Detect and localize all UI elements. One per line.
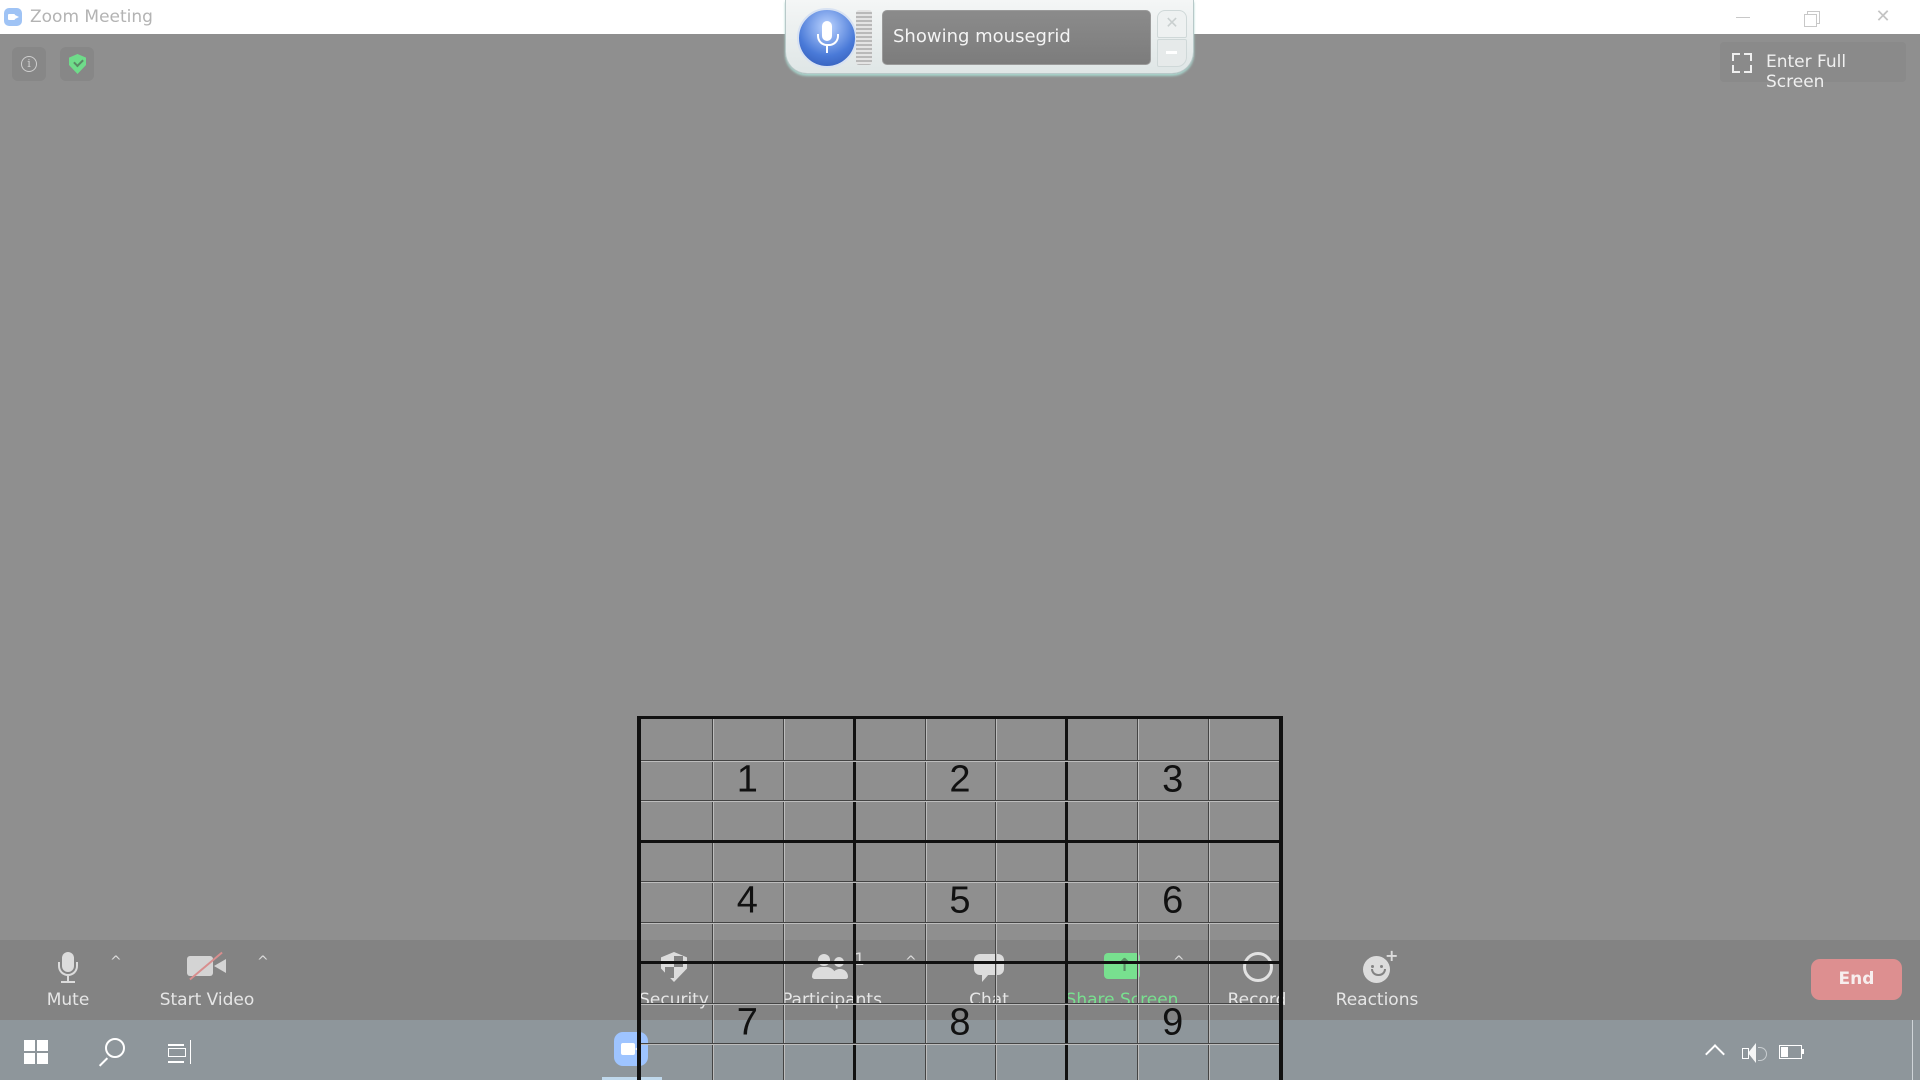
grid-major-hline xyxy=(641,961,1279,964)
mousegrid-cell-5[interactable]: 5 xyxy=(949,880,970,923)
grid-minor-vline xyxy=(1208,719,1210,1080)
reactions-label: Reactions xyxy=(1335,990,1419,1010)
mousegrid-cell-9[interactable]: 9 xyxy=(1162,1001,1183,1044)
microphone-icon-stand xyxy=(817,34,839,46)
fullscreen-label: Enter Full Screen xyxy=(1766,52,1847,92)
battery-icon[interactable] xyxy=(1779,1045,1804,1059)
zoom-camera-icon xyxy=(621,1043,635,1055)
video-options-caret[interactable]: ^ xyxy=(257,954,269,970)
audio-options-caret[interactable]: ^ xyxy=(110,954,122,970)
close-icon: ✕ xyxy=(1165,13,1179,32)
mousegrid-cell-7[interactable]: 7 xyxy=(737,1001,758,1044)
restore-icon-front xyxy=(1804,14,1817,27)
grid-minor-vline xyxy=(924,719,926,1080)
plus-icon: + xyxy=(1385,946,1399,965)
show-desktop-button[interactable] xyxy=(1912,1020,1913,1080)
mousegrid-cell-8[interactable]: 8 xyxy=(949,1001,970,1044)
fullscreen-icon xyxy=(1732,53,1752,73)
start-button[interactable] xyxy=(24,1040,48,1064)
end-meeting-button[interactable]: End xyxy=(1811,959,1902,1000)
mousegrid-cell-3[interactable]: 3 xyxy=(1162,758,1183,801)
speech-status-box: Showing mousegrid xyxy=(882,10,1151,65)
show-hidden-icons-chevron[interactable] xyxy=(1705,1044,1725,1064)
grid-minor-vline xyxy=(711,719,713,1080)
speech-microphone-button[interactable] xyxy=(797,8,857,68)
speech-minimize-button[interactable] xyxy=(1157,39,1187,67)
task-view-divider xyxy=(190,1040,191,1064)
mousegrid-cell-1[interactable]: 1 xyxy=(737,758,758,801)
task-view-icon-inner xyxy=(168,1048,186,1057)
windows-logo-icon xyxy=(24,1040,35,1051)
grid-minor-vline xyxy=(1137,719,1139,1080)
grid-minor-vline xyxy=(995,719,997,1080)
close-button[interactable]: ✕ xyxy=(1860,4,1906,30)
mousegrid-cell-6[interactable]: 6 xyxy=(1162,880,1183,923)
window-title: Zoom Meeting xyxy=(30,7,153,27)
speech-close-button[interactable]: ✕ xyxy=(1157,10,1187,38)
grid-minor-vline xyxy=(782,719,784,1080)
enter-full-screen-button[interactable]: Enter Full Screen xyxy=(1720,42,1906,92)
task-view-button[interactable] xyxy=(168,1040,194,1064)
mousegrid-cell-4[interactable]: 4 xyxy=(737,880,758,923)
encryption-shield-button[interactable] xyxy=(60,47,94,81)
start-video-label: Start Video xyxy=(159,990,255,1010)
volume-icon[interactable] xyxy=(1742,1043,1772,1063)
info-icon: i xyxy=(21,56,37,72)
audio-level-meter xyxy=(856,10,872,65)
grid-major-vline xyxy=(852,719,856,1080)
grid-major-hline xyxy=(641,839,1279,843)
minimize-button[interactable] xyxy=(1720,4,1766,30)
close-icon: ✕ xyxy=(1875,6,1891,27)
search-icon xyxy=(105,1038,125,1058)
taskbar-search-button[interactable] xyxy=(96,1038,126,1068)
minimize-icon xyxy=(1166,51,1177,54)
grid-major-vline xyxy=(1065,719,1069,1080)
zoom-app-icon xyxy=(4,8,22,26)
mute-label: Mute xyxy=(46,990,90,1010)
speech-status-text: Showing mousegrid xyxy=(893,26,1071,47)
restore-button[interactable] xyxy=(1789,4,1835,30)
meeting-info-button[interactable]: i xyxy=(12,47,46,81)
mousegrid-overlay[interactable]: 1 2 3 4 5 6 7 8 9 xyxy=(637,716,1283,1080)
mousegrid-cell-2[interactable]: 2 xyxy=(949,758,970,801)
microphone-icon-stem xyxy=(826,46,828,53)
search-icon-handle xyxy=(98,1057,109,1067)
speech-recognition-bar[interactable]: Showing mousegrid ✕ xyxy=(785,0,1194,74)
minimize-icon xyxy=(1736,17,1750,18)
